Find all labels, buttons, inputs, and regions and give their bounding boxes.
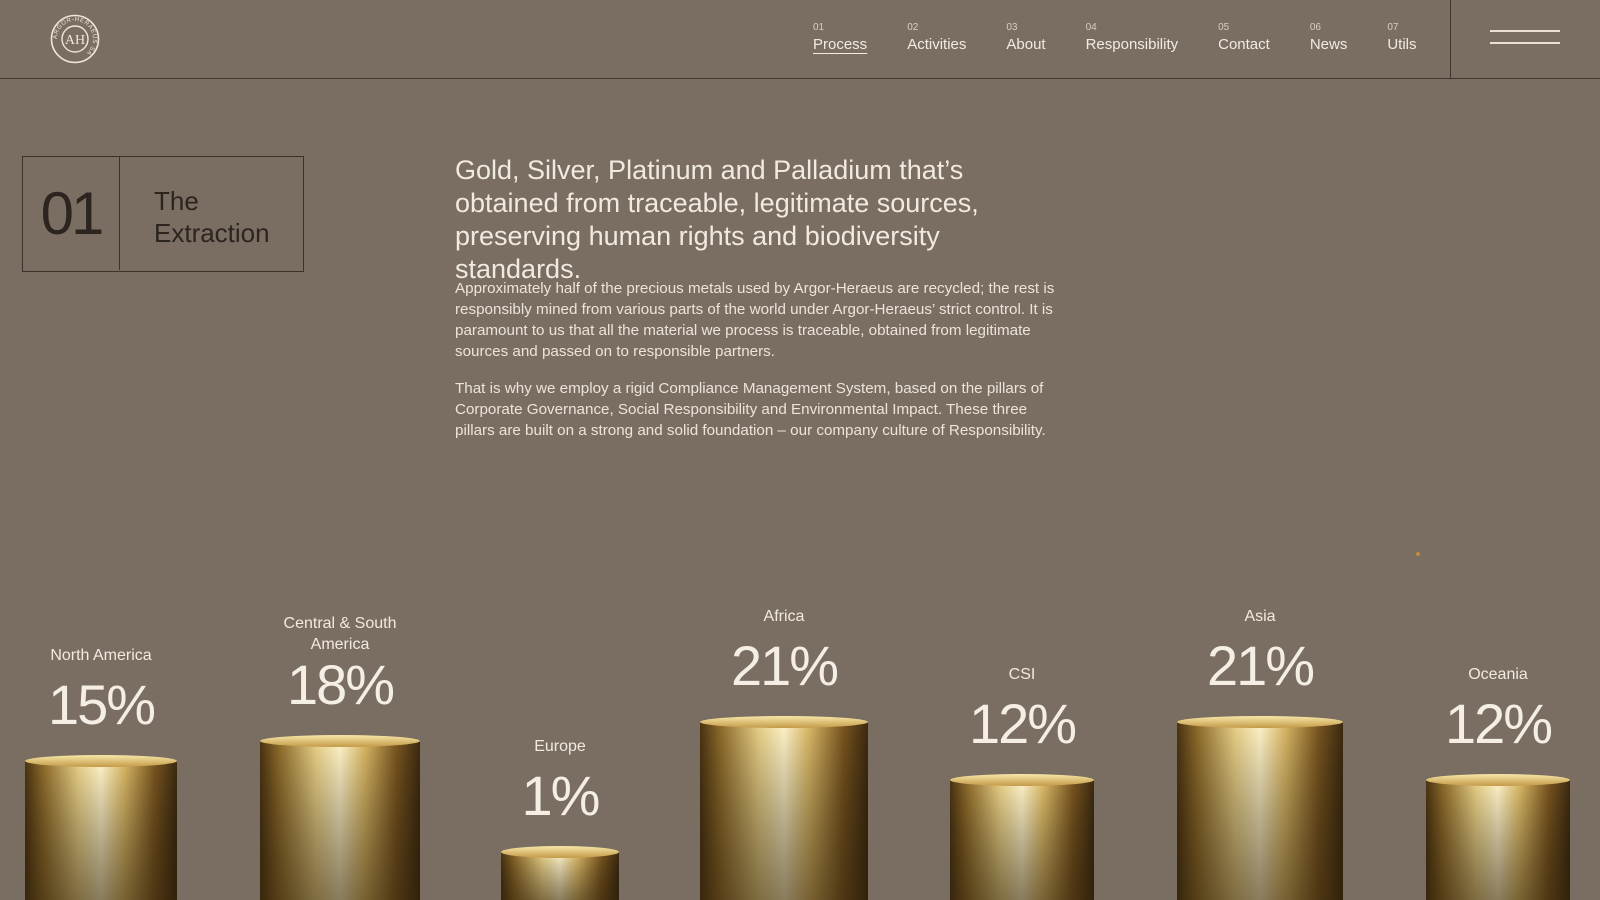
region-csi[interactable]: CSI 12%: [922, 0, 1122, 900]
gold-cylinder: [260, 735, 420, 900]
region-name: Oceania: [1468, 666, 1528, 683]
region-north-america[interactable]: North America 15%: [1, 0, 201, 900]
region-percent: 18%: [286, 653, 395, 716]
region-name: CSI: [1008, 666, 1036, 683]
gold-cylinder: [1177, 715, 1343, 900]
region-percent: 12%: [968, 692, 1077, 755]
region-name: Africa: [763, 607, 805, 625]
gold-cylinder: [1426, 774, 1570, 900]
region-name: Asia: [1244, 607, 1276, 625]
gold-cylinder: [700, 715, 868, 900]
gold-cylinder: [950, 774, 1094, 900]
region-percent: 1%: [521, 763, 601, 827]
region-central-south-america[interactable]: Central & South America 18%: [240, 0, 440, 900]
region-name: North America: [50, 646, 152, 664]
region-europe[interactable]: Europe 1%: [460, 0, 660, 900]
region-percent: 15%: [47, 672, 156, 736]
region-percent: 12%: [1444, 692, 1553, 755]
region-asia[interactable]: Asia 21%: [1160, 0, 1360, 900]
region-africa[interactable]: Africa 21%: [684, 0, 884, 900]
region-percent: 21%: [730, 633, 839, 697]
region-percent: 21%: [1206, 633, 1315, 697]
gold-cylinder: [25, 754, 177, 900]
region-name: Central & South America: [283, 615, 397, 653]
region-name: Europe: [534, 737, 586, 755]
region-oceania[interactable]: Oceania 12%: [1398, 0, 1598, 900]
gold-cylinder: [501, 845, 619, 900]
